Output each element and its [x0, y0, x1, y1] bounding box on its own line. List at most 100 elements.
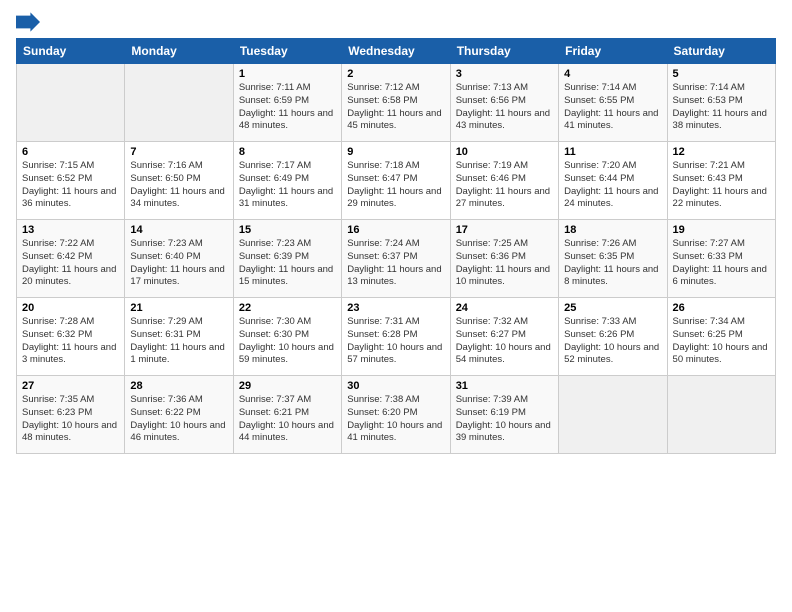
day-number: 5 [673, 68, 770, 80]
calendar-cell: 29Sunrise: 7:37 AM Sunset: 6:21 PM Dayli… [233, 376, 341, 454]
weekday-header-sunday: Sunday [17, 39, 125, 64]
weekday-header-monday: Monday [125, 39, 233, 64]
day-number: 31 [456, 380, 553, 392]
calendar-cell [667, 376, 775, 454]
weekday-header-friday: Friday [559, 39, 667, 64]
calendar-cell: 5Sunrise: 7:14 AM Sunset: 6:53 PM Daylig… [667, 64, 775, 142]
calendar-cell: 1Sunrise: 7:11 AM Sunset: 6:59 PM Daylig… [233, 64, 341, 142]
calendar-cell: 28Sunrise: 7:36 AM Sunset: 6:22 PM Dayli… [125, 376, 233, 454]
day-info: Sunrise: 7:35 AM Sunset: 6:23 PM Dayligh… [22, 394, 119, 445]
header [16, 12, 776, 32]
day-number: 22 [239, 302, 336, 314]
calendar-cell: 3 Sunrise: 7:13 AM Sunset: 6:56 PM Daylig… [450, 64, 558, 142]
calendar-week-3: 13 Sunrise: 7:22 AM Sunset: 6:42 PM Dayli… [17, 220, 776, 298]
calendar-cell: 13 Sunrise: 7:22 AM Sunset: 6:42 PM Dayli… [17, 220, 125, 298]
day-info: Sunrise: 7:16 AM Sunset: 6:50 PM Dayligh… [130, 160, 227, 211]
day-info: Sunrise: 7:23 AM Sunset: 6:40 PM Dayligh… [130, 238, 227, 289]
day-info: Sunrise: 7:14 AM Sunset: 6:55 PM Dayligh… [564, 82, 661, 133]
day-info: Sunrise: 7:13 AM Sunset: 6:56 PM Dayligh… [456, 82, 553, 133]
day-number: 25 [564, 302, 661, 314]
calendar-cell [125, 64, 233, 142]
calendar-cell: 19 Sunrise: 7:27 AM Sunset: 6:33 PM Dayli… [667, 220, 775, 298]
calendar-cell: 18 Sunrise: 7:26 AM Sunset: 6:35 PM Dayli… [559, 220, 667, 298]
weekday-header-tuesday: Tuesday [233, 39, 341, 64]
day-number: 4 [564, 68, 661, 80]
calendar-cell: 10Sunrise: 7:19 AM Sunset: 6:46 PM Dayli… [450, 142, 558, 220]
day-info: Sunrise: 7:20 AM Sunset: 6:44 PM Dayligh… [564, 160, 661, 211]
day-info: Sunrise: 7:25 AM Sunset: 6:36 PM Dayligh… [456, 238, 553, 289]
day-info: Sunrise: 7:39 AM Sunset: 6:19 PM Dayligh… [456, 394, 553, 445]
day-number: 15 [239, 224, 336, 236]
day-number: 17 [456, 224, 553, 236]
day-info: Sunrise: 7:15 AM Sunset: 6:52 PM Dayligh… [22, 160, 119, 211]
day-number: 7 [130, 146, 227, 158]
weekday-header-saturday: Saturday [667, 39, 775, 64]
day-number: 18 [564, 224, 661, 236]
calendar-cell: 8 Sunrise: 7:17 AM Sunset: 6:49 PM Daylig… [233, 142, 341, 220]
calendar-cell [559, 376, 667, 454]
calendar-cell: 14 Sunrise: 7:23 AM Sunset: 6:40 PM Dayli… [125, 220, 233, 298]
calendar-cell [17, 64, 125, 142]
day-number: 10 [456, 146, 553, 158]
weekday-row: SundayMondayTuesdayWednesdayThursdayFrid… [17, 39, 776, 64]
calendar-cell: 25 Sunrise: 7:33 AM Sunset: 6:26 PM Dayli… [559, 298, 667, 376]
day-number: 9 [347, 146, 444, 158]
day-info: Sunrise: 7:37 AM Sunset: 6:21 PM Dayligh… [239, 394, 336, 445]
day-info: Sunrise: 7:23 AM Sunset: 6:39 PM Dayligh… [239, 238, 336, 289]
day-number: 21 [130, 302, 227, 314]
day-number: 13 [22, 224, 119, 236]
calendar-cell: 6Sunrise: 7:15 AM Sunset: 6:52 PM Daylig… [17, 142, 125, 220]
page-container: SundayMondayTuesdayWednesdayThursdayFrid… [0, 0, 792, 462]
day-number: 1 [239, 68, 336, 80]
day-number: 12 [673, 146, 770, 158]
calendar-cell: 31 Sunrise: 7:39 AM Sunset: 6:19 PM Dayli… [450, 376, 558, 454]
calendar-week-2: 6Sunrise: 7:15 AM Sunset: 6:52 PM Daylig… [17, 142, 776, 220]
day-number: 19 [673, 224, 770, 236]
day-number: 14 [130, 224, 227, 236]
day-info: Sunrise: 7:27 AM Sunset: 6:33 PM Dayligh… [673, 238, 770, 289]
calendar-cell: 2Sunrise: 7:12 AM Sunset: 6:58 PM Daylig… [342, 64, 450, 142]
day-info: Sunrise: 7:18 AM Sunset: 6:47 PM Dayligh… [347, 160, 444, 211]
day-number: 20 [22, 302, 119, 314]
calendar-cell: 15 Sunrise: 7:23 AM Sunset: 6:39 PM Dayli… [233, 220, 341, 298]
day-info: Sunrise: 7:22 AM Sunset: 6:42 PM Dayligh… [22, 238, 119, 289]
calendar-week-4: 20 Sunrise: 7:28 AM Sunset: 6:32 PM Dayli… [17, 298, 776, 376]
calendar-cell: 24Sunrise: 7:32 AM Sunset: 6:27 PM Dayli… [450, 298, 558, 376]
day-number: 23 [347, 302, 444, 314]
day-info: Sunrise: 7:33 AM Sunset: 6:26 PM Dayligh… [564, 316, 661, 367]
calendar-week-5: 27 Sunrise: 7:35 AM Sunset: 6:23 PM Dayli… [17, 376, 776, 454]
weekday-header-thursday: Thursday [450, 39, 558, 64]
day-info: Sunrise: 7:29 AM Sunset: 6:31 PM Dayligh… [130, 316, 227, 367]
calendar-cell: 16Sunrise: 7:24 AM Sunset: 6:37 PM Dayli… [342, 220, 450, 298]
calendar-week-1: 1Sunrise: 7:11 AM Sunset: 6:59 PM Daylig… [17, 64, 776, 142]
day-number: 30 [347, 380, 444, 392]
day-info: Sunrise: 7:24 AM Sunset: 6:37 PM Dayligh… [347, 238, 444, 289]
day-info: Sunrise: 7:38 AM Sunset: 6:20 PM Dayligh… [347, 394, 444, 445]
day-info: Sunrise: 7:17 AM Sunset: 6:49 PM Dayligh… [239, 160, 336, 211]
day-info: Sunrise: 7:36 AM Sunset: 6:22 PM Dayligh… [130, 394, 227, 445]
logo-icon [16, 12, 40, 32]
calendar-cell: 7 Sunrise: 7:16 AM Sunset: 6:50 PM Daylig… [125, 142, 233, 220]
day-number: 11 [564, 146, 661, 158]
day-info: Sunrise: 7:34 AM Sunset: 6:25 PM Dayligh… [673, 316, 770, 367]
day-number: 3 [456, 68, 553, 80]
day-number: 27 [22, 380, 119, 392]
calendar-cell: 26Sunrise: 7:34 AM Sunset: 6:25 PM Dayli… [667, 298, 775, 376]
calendar-body: 1Sunrise: 7:11 AM Sunset: 6:59 PM Daylig… [17, 64, 776, 454]
day-number: 8 [239, 146, 336, 158]
day-info: Sunrise: 7:32 AM Sunset: 6:27 PM Dayligh… [456, 316, 553, 367]
calendar-cell: 17 Sunrise: 7:25 AM Sunset: 6:36 PM Dayli… [450, 220, 558, 298]
calendar-cell: 30 Sunrise: 7:38 AM Sunset: 6:20 PM Dayli… [342, 376, 450, 454]
day-info: Sunrise: 7:30 AM Sunset: 6:30 PM Dayligh… [239, 316, 336, 367]
day-info: Sunrise: 7:28 AM Sunset: 6:32 PM Dayligh… [22, 316, 119, 367]
calendar-table: SundayMondayTuesdayWednesdayThursdayFrid… [16, 38, 776, 454]
calendar-cell: 20 Sunrise: 7:28 AM Sunset: 6:32 PM Dayli… [17, 298, 125, 376]
calendar-cell: 22 Sunrise: 7:30 AM Sunset: 6:30 PM Dayli… [233, 298, 341, 376]
day-info: Sunrise: 7:26 AM Sunset: 6:35 PM Dayligh… [564, 238, 661, 289]
calendar-cell: 12Sunrise: 7:21 AM Sunset: 6:43 PM Dayli… [667, 142, 775, 220]
calendar-cell: 4 Sunrise: 7:14 AM Sunset: 6:55 PM Daylig… [559, 64, 667, 142]
calendar-cell: 21 Sunrise: 7:29 AM Sunset: 6:31 PM Dayli… [125, 298, 233, 376]
calendar-cell: 27 Sunrise: 7:35 AM Sunset: 6:23 PM Dayli… [17, 376, 125, 454]
day-info: Sunrise: 7:31 AM Sunset: 6:28 PM Dayligh… [347, 316, 444, 367]
day-info: Sunrise: 7:12 AM Sunset: 6:58 PM Dayligh… [347, 82, 444, 133]
